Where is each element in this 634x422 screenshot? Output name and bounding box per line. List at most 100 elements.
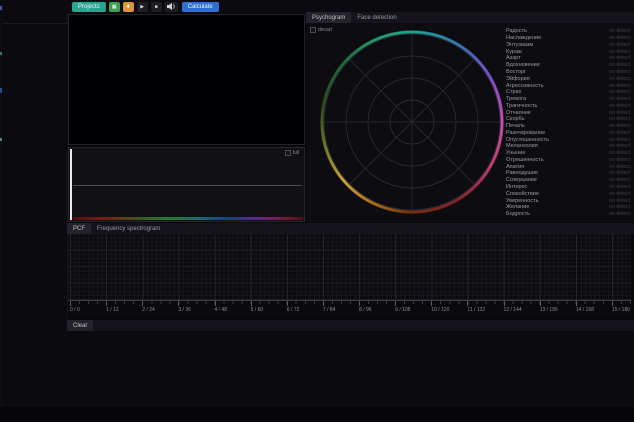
psychogram-body: decart — [306, 23, 634, 222]
emotion-row: Разочарованиеno detect — [506, 129, 632, 136]
axis-tick: 9 / 108 — [395, 301, 410, 313]
tab-face-detection[interactable]: Face detection — [351, 12, 402, 23]
tick-label: 11 / 132 — [467, 307, 485, 313]
emotion-label: Печаль — [506, 123, 525, 129]
emotion-value: no detect — [609, 76, 632, 82]
edge-mark — [0, 88, 2, 93]
tick-label: 8 / 96 — [359, 307, 372, 313]
emotion-value: no detect — [609, 42, 632, 48]
axis-tick: 8 / 96 — [359, 301, 372, 313]
emotion-label: Меланхолия — [506, 143, 538, 149]
emotion-row: Наслаждениеno detect — [506, 35, 632, 42]
emotion-label: Апатия — [506, 164, 524, 170]
emotion-value: no detect — [609, 96, 632, 102]
emotion-row: Трагичность no detect — [506, 102, 632, 109]
tick-mark — [178, 301, 179, 306]
waveform-midline — [73, 185, 302, 186]
tick-mark — [251, 301, 252, 306]
emotion-value: no detect — [609, 28, 632, 34]
emotion-row: Желаниеno detect — [506, 204, 632, 211]
emotion-value: no detect — [609, 170, 632, 176]
tick-label: 9 / 108 — [395, 307, 410, 313]
emotion-value: no detect — [609, 157, 632, 163]
tick-label: 5 / 60 — [251, 307, 264, 313]
plus-icon: ✚ — [126, 2, 130, 12]
right-panel-tabs: Psychogram Face detection — [306, 12, 634, 23]
tab-pcf[interactable]: PCF — [67, 223, 91, 234]
emotion-value: no detect — [609, 55, 632, 61]
axis-tick: 12 / 144 — [504, 301, 522, 313]
tick-label: 4 / 48 — [215, 307, 228, 313]
emotion-label: Желание — [506, 204, 529, 210]
playhead[interactable] — [70, 149, 72, 220]
tab-psychogram[interactable]: Psychogram — [306, 12, 351, 23]
emotion-row: Отрешенностьno detect — [506, 157, 632, 164]
tick-mark — [504, 301, 505, 306]
tick-mark — [612, 301, 613, 306]
emotion-value: no detect — [609, 143, 632, 149]
calculate-button[interactable]: Calculate — [182, 2, 219, 12]
status-bar — [0, 405, 634, 422]
add-button[interactable]: ✚ — [123, 2, 134, 12]
emotion-label: Уверенность — [506, 198, 539, 204]
emotion-row: Отчаяниеno detect — [506, 109, 632, 116]
emotion-value: no detect — [609, 211, 632, 217]
tab-frequency-spectrogram[interactable]: Frequency spectrogram — [91, 223, 166, 234]
speaker-icon — [167, 3, 176, 10]
tick-mark — [323, 301, 324, 306]
axis-tick: 3 / 36 — [178, 301, 191, 313]
axis-tick: 4 / 48 — [215, 301, 228, 313]
emotion-row: Восторгno detect — [506, 69, 632, 76]
emotion-label: Интерес — [506, 184, 527, 190]
spectrogram-grid — [68, 234, 631, 300]
tick-label: 13 / 156 — [540, 307, 558, 313]
tick-label: 15 / 180 — [612, 307, 630, 313]
axis-tick: 15 / 180 — [612, 301, 630, 313]
axis-tick: 1 / 12 — [106, 301, 119, 313]
axis-tick: 14 / 168 — [576, 301, 594, 313]
full-label: full — [293, 150, 299, 156]
emotion-row: Уныниеno detect — [506, 150, 632, 157]
edge-mark — [0, 52, 2, 55]
tick-mark — [431, 301, 432, 306]
tick-mark — [215, 301, 216, 306]
full-checkbox[interactable]: full — [285, 150, 299, 156]
edge-mark — [0, 138, 2, 141]
emotion-value: no detect — [609, 103, 632, 109]
axis-tick: 5 / 60 — [251, 301, 264, 313]
emotion-row: Азартno detect — [506, 55, 632, 62]
tick-mark — [70, 301, 71, 306]
video-preview — [68, 14, 305, 145]
clear-body — [67, 331, 634, 405]
axis-tick: 2 / 24 — [142, 301, 155, 313]
emotion-value: no detect — [609, 150, 632, 156]
emotion-label: Трагичность — [506, 103, 537, 109]
checkbox-icon — [285, 150, 291, 156]
clear-button[interactable]: Clear — [67, 320, 93, 331]
sidebar — [0, 0, 68, 422]
stop-button[interactable]: ■ — [151, 2, 162, 12]
projects-button[interactable]: Projects — [72, 2, 106, 12]
emotion-value: no detect — [609, 123, 632, 129]
spectrogram-panel: PCF Frequency spectrogram 0 / 01 / 122 /… — [67, 223, 634, 319]
emotion-row: Энтузиазмno detect — [506, 42, 632, 49]
emotion-value: no detect — [609, 89, 632, 95]
grid-button[interactable]: ▦ — [109, 2, 120, 12]
speaker-button[interactable] — [165, 2, 178, 12]
emotion-value: no detect — [609, 110, 632, 116]
emotion-label: Разочарование — [506, 130, 545, 136]
tick-label: 6 / 72 — [287, 307, 300, 313]
emotion-row: Опустошенностьno detect — [506, 136, 632, 143]
emotion-label: Кураж — [506, 49, 522, 55]
play-button[interactable]: ▶ — [137, 2, 148, 12]
tick-mark — [359, 301, 360, 306]
axis-tick: 11 / 132 — [467, 301, 485, 313]
waveform-panel: full — [68, 147, 305, 222]
tick-label: 10 / 120 — [431, 307, 449, 313]
axis-tick: 10 / 120 — [431, 301, 449, 313]
tick-label: 12 / 144 — [504, 307, 522, 313]
right-panel: Psychogram Face detection decart — [306, 12, 634, 222]
emotion-value: no detect — [609, 198, 632, 204]
emotion-label: Спокойствие — [506, 191, 539, 197]
emotion-label: Агрессивность — [506, 83, 544, 89]
